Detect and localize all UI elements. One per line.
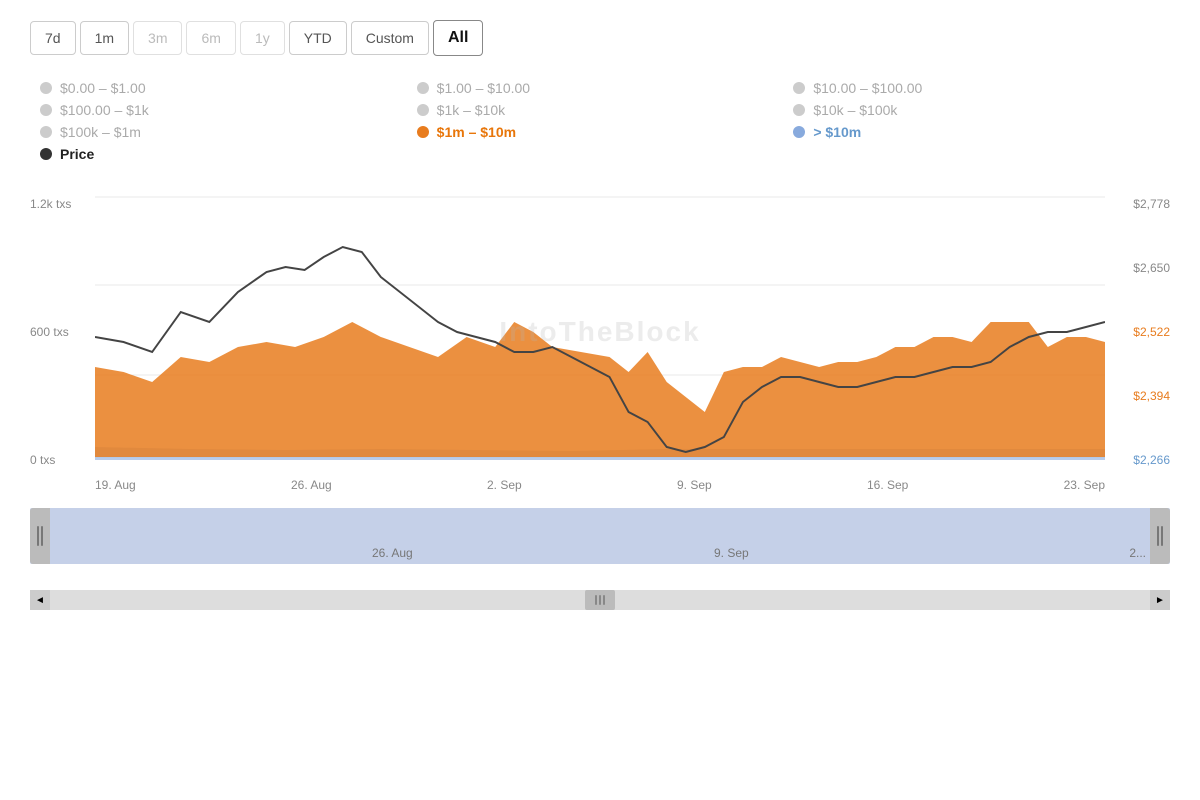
scroll-right-button[interactable]: ► [1150,590,1170,610]
legend-label-2: $10.00 – $100.00 [813,80,922,96]
scroll-thumb-line [595,595,597,605]
legend-item-9: Price [40,146,407,162]
legend-dot-4 [417,104,429,116]
legend-label-4: $1k – $10k [437,102,506,118]
range-inner-labels: 26. Aug 9. Sep 2... [30,508,1170,564]
chart-wrapper: 1.2k txs 600 txs 0 txs $2,778 $2,650 $2,… [30,192,1170,610]
filter-custom[interactable]: Custom [351,21,429,55]
legend-item-1: $1.00 – $10.00 [417,80,784,96]
legend-dot-6 [40,126,52,138]
legend-item-6: $100k – $1m [40,124,407,140]
right-label-0: $2,778 [1110,197,1170,211]
scrollbar[interactable]: ◄ ► [30,590,1170,610]
filter-1y[interactable]: 1y [240,21,285,55]
scroll-thumb-lines [595,595,605,605]
legend-item-0: $0.00 – $1.00 [40,80,407,96]
legend-dot-8 [793,126,805,138]
legend-label-8: > $10m [813,124,861,140]
scroll-track [50,590,1150,610]
filter-6m[interactable]: 6m [186,21,235,55]
legend-dot-9 [40,148,52,160]
range-selector[interactable]: 26. Aug 9. Sep 2... [30,508,1170,588]
legend-dot-7 [417,126,429,138]
legend-label-3: $100.00 – $1k [60,102,149,118]
legend-item-7: $1m – $10m [417,124,784,140]
legend-item-5: $10k – $100k [793,102,1160,118]
right-label-1: $2,650 [1110,261,1170,275]
legend-dot-5 [793,104,805,116]
x-label-5: 23. Sep [1064,478,1105,492]
legend-label-5: $10k – $100k [813,102,897,118]
chart-svg [95,192,1105,472]
chart-area: 1.2k txs 600 txs 0 txs $2,778 $2,650 $2,… [30,192,1170,472]
filter-all[interactable]: All [433,20,483,56]
scroll-thumb-line [603,595,605,605]
legend-label-0: $0.00 – $1.00 [60,80,146,96]
range-label-0: 26. Aug [372,546,413,560]
legend-item-8: > $10m [793,124,1160,140]
left-label-top: 1.2k txs [30,197,90,211]
range-label-2: 2... [1129,546,1146,560]
legend-dot-0 [40,82,52,94]
x-label-1: 26. Aug [291,478,332,492]
left-axis: 1.2k txs 600 txs 0 txs [30,192,90,472]
time-filter-bar: 7d 1m 3m 6m 1y YTD Custom All [30,20,1170,56]
filter-3m[interactable]: 3m [133,21,182,55]
filter-ytd[interactable]: YTD [289,21,347,55]
x-label-4: 16. Sep [867,478,908,492]
scroll-thumb-line [599,595,601,605]
legend-item-4: $1k – $10k [417,102,784,118]
scroll-left-button[interactable]: ◄ [30,590,50,610]
legend-label-1: $1.00 – $10.00 [437,80,530,96]
right-label-4: $2,266 [1110,453,1170,467]
chart-svg-container: IntoTheBlock [95,192,1105,472]
legend-item-2: $10.00 – $100.00 [793,80,1160,96]
legend-dot-3 [40,104,52,116]
x-label-2: 2. Sep [487,478,522,492]
legend-label-6: $100k – $1m [60,124,141,140]
legend-dot-2 [793,82,805,94]
x-label-3: 9. Sep [677,478,712,492]
filter-7d[interactable]: 7d [30,21,76,55]
legend-label-9: Price [60,146,94,162]
scroll-thumb[interactable] [585,590,615,610]
left-label-mid: 600 txs [30,325,90,339]
right-label-2: $2,522 [1110,325,1170,339]
x-label-0: 19. Aug [95,478,136,492]
chart-legend: $0.00 – $1.00 $1.00 – $10.00 $10.00 – $1… [30,80,1170,162]
range-label-1: 9. Sep [714,546,749,560]
main-container: 7d 1m 3m 6m 1y YTD Custom All $0.00 – $1… [0,0,1200,630]
legend-dot-1 [417,82,429,94]
left-label-bot: 0 txs [30,453,90,467]
legend-item-3: $100.00 – $1k [40,102,407,118]
filter-1m[interactable]: 1m [80,21,129,55]
x-axis-labels: 19. Aug 26. Aug 2. Sep 9. Sep 16. Sep 23… [95,478,1105,492]
right-label-3: $2,394 [1110,389,1170,403]
right-axis: $2,778 $2,650 $2,522 $2,394 $2,266 [1110,192,1170,472]
legend-label-7: $1m – $10m [437,124,516,140]
